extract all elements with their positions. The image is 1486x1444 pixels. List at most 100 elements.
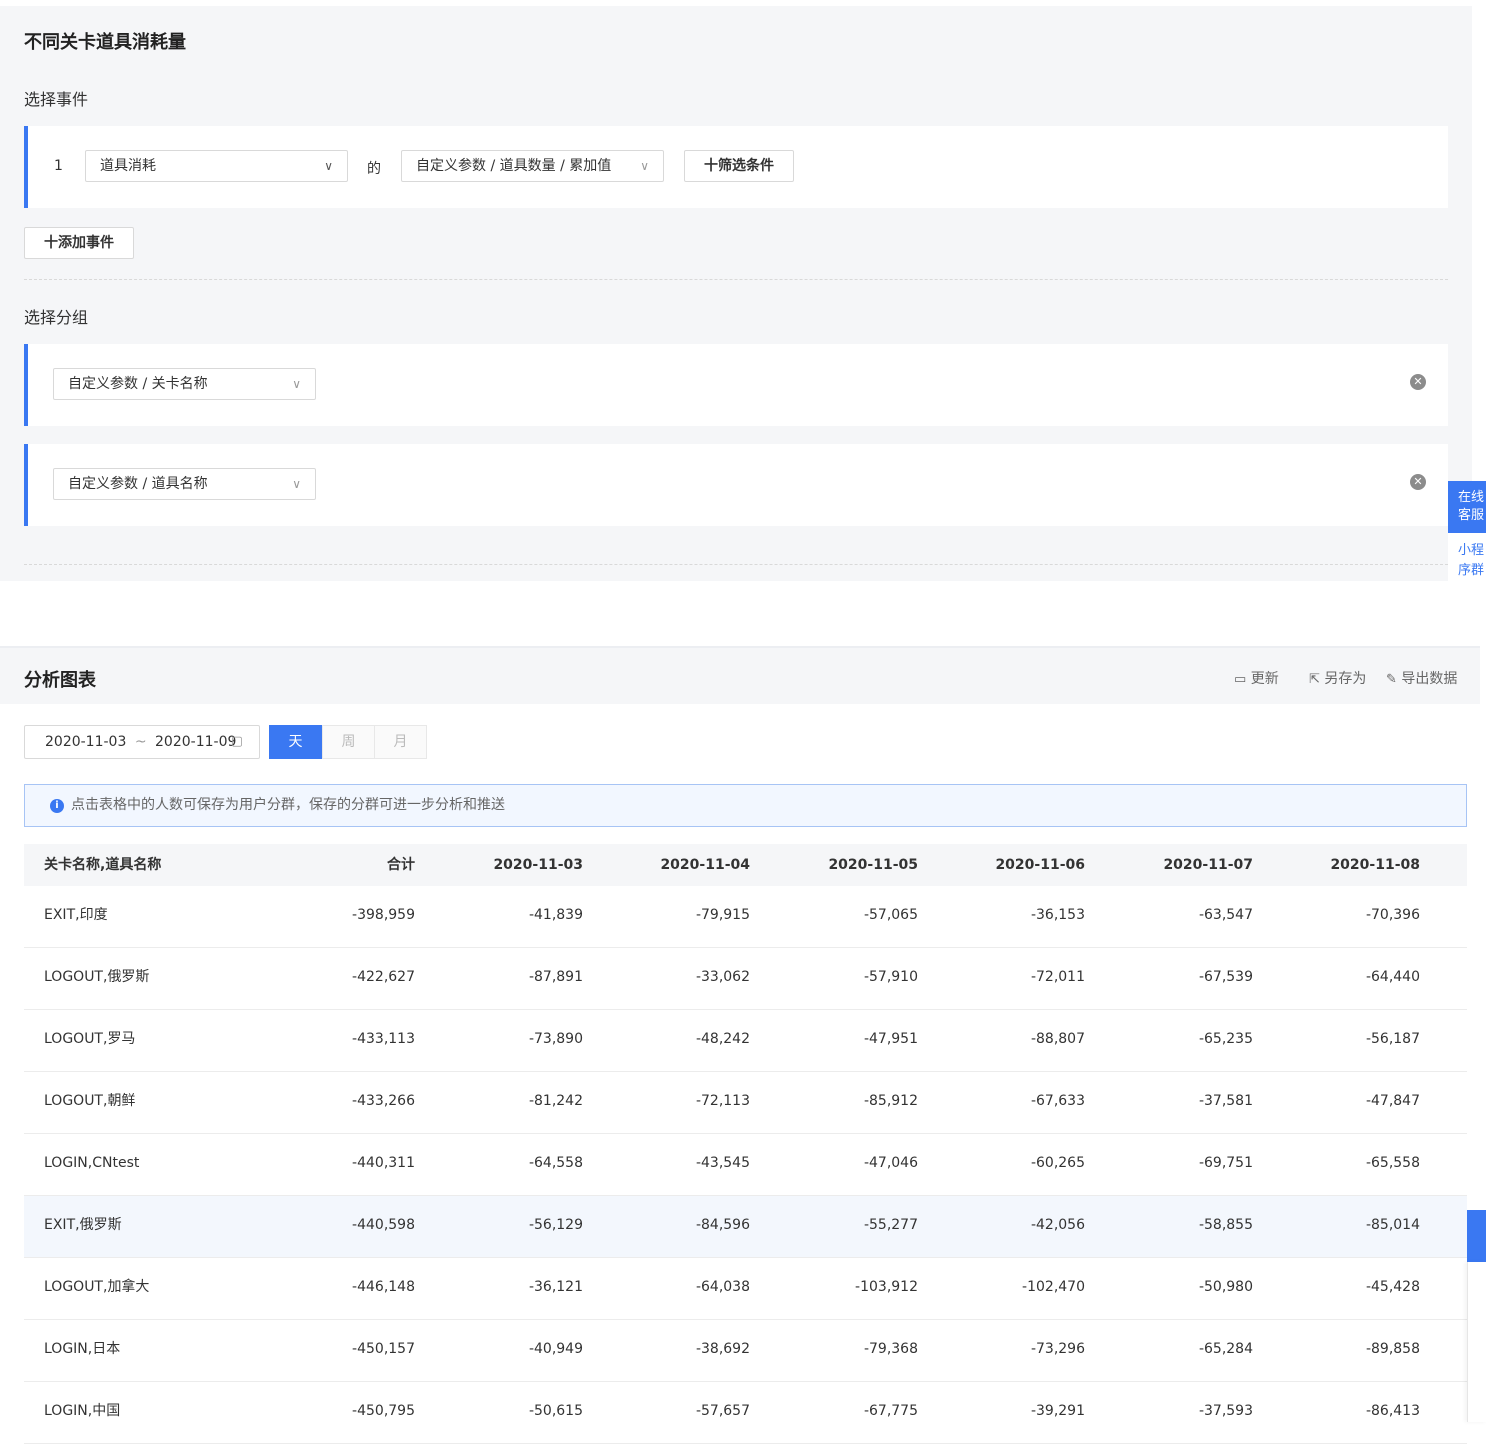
column-header[interactable]: 2020-11-05: [778, 844, 918, 886]
table-cell[interactable]: -433,113: [275, 1010, 415, 1068]
table-cell[interactable]: -87,891: [443, 948, 583, 1006]
column-header[interactable]: 2020-11-06: [945, 844, 1085, 886]
table-cell[interactable]: -56,129: [443, 1196, 583, 1254]
table-cell[interactable]: -398,959: [275, 886, 415, 944]
table-cell[interactable]: -65,558: [1280, 1134, 1420, 1192]
table-cell[interactable]: -64,558: [443, 1134, 583, 1192]
table-cell[interactable]: -57,657: [610, 1382, 750, 1440]
table-cell[interactable]: -47,951: [778, 1010, 918, 1068]
table-cell[interactable]: -79,915: [610, 886, 750, 944]
column-header[interactable]: 合计: [275, 844, 415, 886]
table-cell[interactable]: -47,046: [778, 1134, 918, 1192]
divider: [24, 564, 1448, 565]
table-cell[interactable]: -450,157: [275, 1320, 415, 1378]
group-select[interactable]: 自定义参数 / 关卡名称 ∨: [53, 368, 316, 400]
edit-icon: ✎: [1386, 672, 1397, 687]
export-label: 导出数据: [1401, 671, 1458, 687]
table-cell[interactable]: -45,428: [1280, 1258, 1420, 1316]
mini-program-link[interactable]: 小程序群: [1448, 533, 1486, 581]
event-select[interactable]: 道具消耗 ∨: [85, 150, 348, 182]
date-range-picker[interactable]: 2020-11-03 ~ 2020-11-09 ▢: [24, 725, 260, 759]
table-cell[interactable]: -446,148: [275, 1258, 415, 1316]
table-cell[interactable]: -433,266: [275, 1072, 415, 1130]
table-cell[interactable]: -41,839: [443, 886, 583, 944]
table-cell[interactable]: -103,912: [778, 1258, 918, 1316]
table-cell[interactable]: -42,056: [945, 1196, 1085, 1254]
group-select[interactable]: 自定义参数 / 道具名称 ∨: [53, 468, 316, 500]
online-service-tab[interactable]: 在线客服: [1448, 481, 1486, 533]
table-cell[interactable]: -58,855: [1113, 1196, 1253, 1254]
table-cell[interactable]: -57,065: [778, 886, 918, 944]
table-cell[interactable]: -65,235: [1113, 1010, 1253, 1068]
add-event-button[interactable]: 十添加事件: [24, 227, 134, 259]
close-icon[interactable]: ✕: [1410, 374, 1426, 390]
granularity-week[interactable]: 周: [322, 725, 375, 759]
table-cell[interactable]: -72,011: [945, 948, 1085, 1006]
table-cell[interactable]: -422,627: [275, 948, 415, 1006]
column-header[interactable]: 2020-11-03: [443, 844, 583, 886]
metric-select[interactable]: 自定义参数 / 道具数量 / 累加值 ∨: [401, 150, 664, 182]
table-cell[interactable]: -36,121: [443, 1258, 583, 1316]
table-cell[interactable]: -84,596: [610, 1196, 750, 1254]
table-cell[interactable]: -67,539: [1113, 948, 1253, 1006]
row-label: EXIT,印度: [44, 907, 108, 923]
config-panel: 不同关卡道具消耗量 选择事件 1 道具消耗 ∨ 的 自定义参数 / 道具数量 /…: [0, 6, 1472, 581]
table-cell[interactable]: -47,847: [1280, 1072, 1420, 1130]
refresh-button[interactable]: ▭ 更新: [1234, 668, 1279, 688]
table-cell[interactable]: -37,593: [1113, 1382, 1253, 1440]
granularity-day[interactable]: 天: [269, 725, 322, 759]
table-cell[interactable]: -450,795: [275, 1382, 415, 1440]
side-tab-edge[interactable]: [1467, 1210, 1486, 1262]
analysis-title: 分析图表: [24, 670, 96, 691]
table-cell[interactable]: -50,980: [1113, 1258, 1253, 1316]
table-cell[interactable]: -57,910: [778, 948, 918, 1006]
table-cell[interactable]: -64,440: [1280, 948, 1420, 1006]
table-cell[interactable]: -60,265: [945, 1134, 1085, 1192]
table-cell[interactable]: -70,396: [1280, 886, 1420, 944]
add-filter-button[interactable]: 十筛选条件: [684, 150, 794, 182]
export-button[interactable]: ✎ 导出数据: [1386, 668, 1457, 688]
column-header[interactable]: 2020-11-04: [610, 844, 750, 886]
table-cell[interactable]: -64,038: [610, 1258, 750, 1316]
table-cell[interactable]: -55,277: [778, 1196, 918, 1254]
table-cell[interactable]: -48,242: [610, 1010, 750, 1068]
table-cell[interactable]: -440,598: [275, 1196, 415, 1254]
table-cell[interactable]: -39,291: [945, 1382, 1085, 1440]
table-cell[interactable]: -63,547: [1113, 886, 1253, 944]
save-as-button[interactable]: ⇱ 另存为: [1309, 668, 1366, 688]
table-cell[interactable]: -36,153: [945, 886, 1085, 944]
table-row: LOGOUT,罗马 -433,113 -73,890 -48,242 -47,951 -8…: [24, 1010, 1467, 1072]
table-cell[interactable]: -69,751: [1113, 1134, 1253, 1192]
table-cell[interactable]: -86,413: [1280, 1382, 1420, 1440]
table-cell[interactable]: -88,807: [945, 1010, 1085, 1068]
table-cell[interactable]: -85,912: [778, 1072, 918, 1130]
column-header[interactable]: 2020-11-07: [1113, 844, 1253, 886]
table-cell[interactable]: -89,858: [1280, 1320, 1420, 1378]
group-row: 自定义参数 / 关卡名称 ∨ ✕: [24, 344, 1448, 426]
table-cell[interactable]: -67,633: [945, 1072, 1085, 1130]
table-cell[interactable]: -43,545: [610, 1134, 750, 1192]
table-cell[interactable]: -440,311: [275, 1134, 415, 1192]
granularity-month[interactable]: 月: [374, 725, 427, 759]
table-cell[interactable]: -67,775: [778, 1382, 918, 1440]
table-cell[interactable]: -40,949: [443, 1320, 583, 1378]
column-header[interactable]: 2020-11-08: [1280, 844, 1420, 886]
table-cell[interactable]: -72,113: [610, 1072, 750, 1130]
table-row: EXIT,俄罗斯 -440,598 -56,129 -84,596 -55,277 -42…: [24, 1196, 1467, 1258]
table-cell[interactable]: -81,242: [443, 1072, 583, 1130]
table-cell[interactable]: -65,284: [1113, 1320, 1253, 1378]
table-cell[interactable]: -102,470: [945, 1258, 1085, 1316]
close-icon[interactable]: ✕: [1410, 474, 1426, 490]
table-cell[interactable]: -38,692: [610, 1320, 750, 1378]
table-row: LOGIN,日本 -450,157 -40,949 -38,692 -79,368 -73…: [24, 1320, 1467, 1382]
table-cell[interactable]: -85,014: [1280, 1196, 1420, 1254]
table-cell[interactable]: -79,368: [778, 1320, 918, 1378]
table-cell[interactable]: -50,615: [443, 1382, 583, 1440]
row-label: LOGOUT,罗马: [44, 1031, 136, 1047]
column-header-group[interactable]: 关卡名称,道具名称: [44, 844, 161, 886]
table-cell[interactable]: -73,890: [443, 1010, 583, 1068]
table-cell[interactable]: -56,187: [1280, 1010, 1420, 1068]
table-cell[interactable]: -37,581: [1113, 1072, 1253, 1130]
table-cell[interactable]: -73,296: [945, 1320, 1085, 1378]
table-cell[interactable]: -33,062: [610, 948, 750, 1006]
